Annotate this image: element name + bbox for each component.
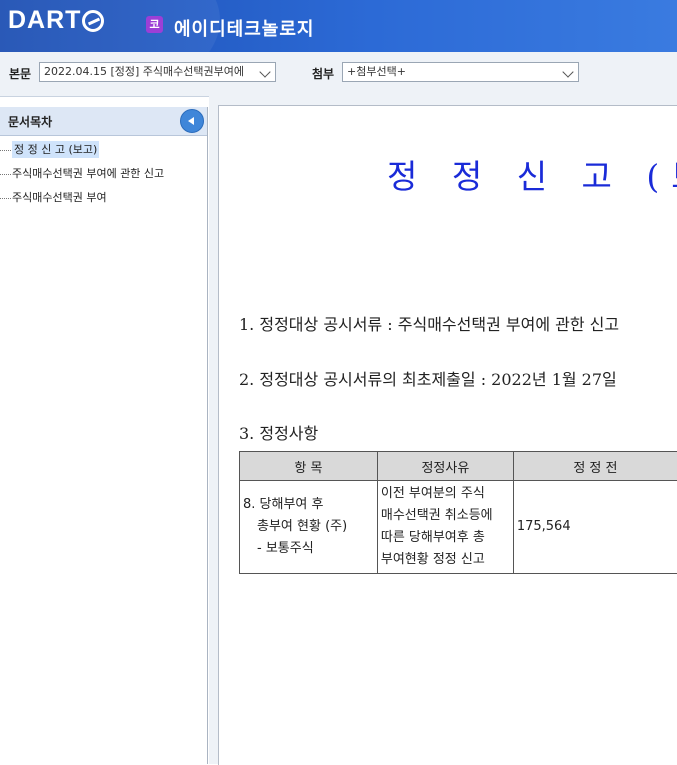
- toc-item-label: 정 정 신 고 (보고): [12, 141, 99, 158]
- attachment-select[interactable]: +첨부선택+: [342, 62, 579, 82]
- item-2-first-filing-date: 2. 정정대상 공시서류의 최초제출일 : 2022년 1월 27일: [239, 366, 617, 390]
- body-label: 본문: [9, 65, 31, 82]
- app-header: DART 코 에이디테크놀로지: [0, 0, 677, 52]
- cell-item: 8. 당해부여 후 총부여 현황 (주) - 보통주식: [240, 481, 378, 574]
- company-market-badge: 코: [146, 16, 163, 33]
- company-name: 에이디테크놀로지: [174, 15, 314, 41]
- toc-item-stock-option-report[interactable]: 주식매수선택권 부여에 관한 신고: [0, 162, 207, 186]
- item-3-corrections: 3. 정정사항: [239, 420, 318, 444]
- toc-title: 문서목차: [8, 113, 52, 130]
- toc-tree: 정 정 신 고 (보고) 주식매수선택권 부여에 관한 신고 주식매수선택권 부…: [0, 136, 207, 210]
- col-header-before: 정 정 전: [513, 452, 677, 481]
- toc-item-correction-report[interactable]: 정 정 신 고 (보고): [0, 138, 207, 162]
- document-toolbar: 본문 2022.04.15 [정정] 주식매수선택권부여에 첨부 +첨부선택+: [0, 52, 677, 97]
- body-select-value: 2022.04.15 [정정] 주식매수선택권부여에: [44, 65, 244, 78]
- table-of-contents-panel: 문서목차 정 정 신 고 (보고) 주식매수선택권 부여에 관한 신고 주식매수…: [0, 107, 208, 764]
- toc-item-stock-option-grant[interactable]: 주식매수선택권 부여: [0, 186, 207, 210]
- col-header-item: 항 목: [240, 452, 378, 481]
- table-row: 8. 당해부여 후 총부여 현황 (주) - 보통주식 이전 부여분의 주식 매…: [240, 481, 677, 574]
- attach-label: 첨부: [312, 65, 334, 82]
- dart-logo[interactable]: DART: [8, 6, 104, 35]
- corrections-table: 항 목 정정사유 정 정 전 8. 당해부여 후 총부여 현황 (주) - 보통…: [239, 451, 677, 574]
- item-1-target-document: 1. 정정대상 공시서류 : 주식매수선택권 부여에 관한 신고: [239, 311, 619, 335]
- body-document-select[interactable]: 2022.04.15 [정정] 주식매수선택권부여에: [39, 62, 276, 82]
- logo-text: DART: [8, 6, 81, 35]
- attach-select-value: +첨부선택+: [347, 65, 406, 78]
- logo-ring-icon: [82, 10, 104, 32]
- document-page: 정 정 신 고 (보고) 1. 정정대상 공시서류 : 주식매수선택권 부여에 …: [218, 105, 677, 765]
- toc-header: 문서목차: [0, 107, 207, 136]
- document-title: 정 정 신 고 (보고): [387, 150, 677, 198]
- toc-item-label: 주식매수선택권 부여: [12, 191, 107, 204]
- collapse-sidebar-button[interactable]: [180, 109, 204, 133]
- document-viewer: 정 정 신 고 (보고) 1. 정정대상 공시서류 : 주식매수선택권 부여에 …: [209, 96, 677, 764]
- table-header-row: 항 목 정정사유 정 정 전: [240, 452, 677, 481]
- col-header-reason: 정정사유: [377, 452, 513, 481]
- cell-before-value: 175,564: [513, 481, 677, 574]
- toc-item-label: 주식매수선택권 부여에 관한 신고: [12, 167, 164, 180]
- cell-reason: 이전 부여분의 주식 매수선택권 취소등에 따른 당해부여후 총 부여현황 정정…: [377, 481, 513, 574]
